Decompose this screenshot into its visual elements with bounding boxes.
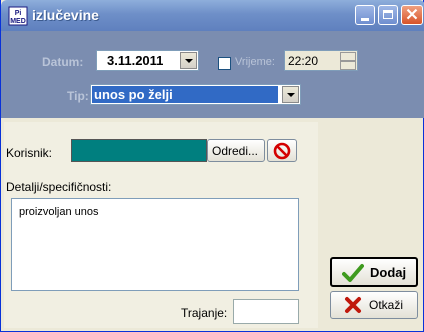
chevron-down-icon[interactable]: [282, 86, 299, 103]
chevron-down-icon[interactable]: [180, 52, 197, 69]
dialog-window: Pi MED izlučevine Datum: 3.11.2011 Vrije…: [0, 0, 424, 332]
spin-up-button[interactable]: [340, 52, 356, 61]
minimize-button[interactable]: [355, 5, 375, 25]
tip-combo[interactable]: unos po želji: [90, 84, 301, 105]
vrijeme-checkbox[interactable]: [218, 57, 231, 70]
close-button[interactable]: [401, 5, 423, 25]
title-bar[interactable]: Pi MED izlučevine: [1, 0, 424, 31]
dodaj-button[interactable]: Dodaj: [330, 257, 418, 287]
spin-down-button[interactable]: [340, 61, 356, 70]
tip-label: Tip:: [67, 89, 89, 103]
svg-text:MED: MED: [10, 18, 26, 25]
maximize-icon: [383, 10, 393, 19]
dodaj-label: Dodaj: [370, 265, 407, 280]
datum-label: Datum:: [42, 55, 84, 69]
detalji-label: Detalji/specifičnosti:: [6, 180, 112, 194]
otkazi-button[interactable]: Otkaži: [330, 291, 418, 319]
trajanje-label: Trajanje:: [181, 306, 228, 320]
minimize-icon: [361, 18, 369, 21]
maximize-button[interactable]: [378, 5, 398, 25]
header-band: Datum: 3.11.2011 Vrijeme: 22:20 Tip: uno…: [1, 31, 424, 118]
svg-text:Pi: Pi: [15, 10, 22, 17]
tip-value: unos po želji: [94, 87, 173, 102]
odredi-button[interactable]: Odredi...: [207, 139, 265, 162]
detalji-textarea[interactable]: proizvoljan unos: [11, 198, 299, 291]
window-title: izlučevine: [32, 7, 99, 23]
no-entry-icon: [273, 142, 291, 160]
vrijeme-spinner[interactable]: 22:20: [284, 50, 358, 71]
clear-user-button[interactable]: [267, 139, 297, 162]
otkazi-label: Otkaži: [369, 298, 404, 312]
medical-app-icon: Pi MED: [8, 6, 28, 26]
vrijeme-label: Vrijeme:: [235, 56, 275, 68]
detalji-value: proizvoljan unos: [19, 206, 99, 218]
korisnik-label: Korisnik:: [6, 146, 53, 160]
vrijeme-value: 22:20: [288, 54, 319, 68]
close-icon: [406, 8, 418, 20]
checkmark-icon: [342, 264, 364, 282]
datum-value: 3.11.2011: [107, 53, 164, 68]
x-icon: [345, 297, 361, 313]
korisnik-field[interactable]: [71, 139, 207, 162]
datum-combo[interactable]: 3.11.2011: [96, 50, 199, 71]
odredi-label: Odredi...: [212, 144, 259, 158]
trajanje-field[interactable]: [233, 299, 299, 324]
